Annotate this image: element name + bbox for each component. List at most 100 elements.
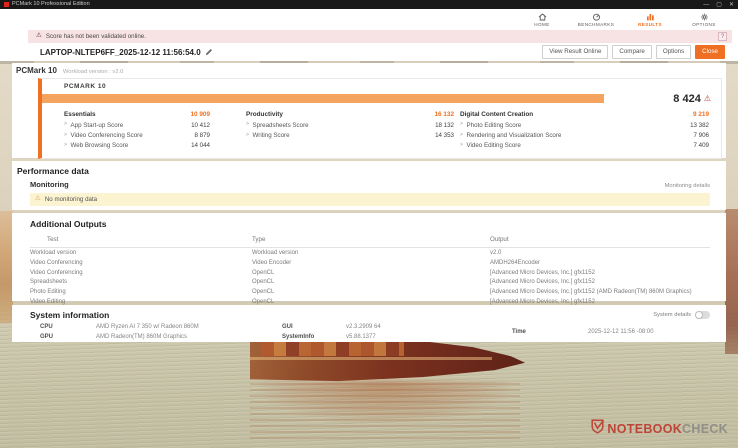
photo-right-detail [725, 209, 738, 354]
cell-output: [Advanced Micro Devices, Inc.] gfx1152 [490, 279, 595, 286]
toggle-knob [695, 310, 703, 319]
test-name: Rendering and Visualization Score [466, 131, 562, 139]
system-information-title: System information [30, 310, 110, 320]
result-actions: View Result Online Compare Options Close [542, 45, 725, 59]
no-monitoring-text: No monitoring data [44, 195, 98, 203]
edit-icon[interactable] [205, 48, 213, 56]
nav-options[interactable]: OPTIONS [683, 13, 725, 27]
compare-button[interactable]: Compare [612, 45, 652, 59]
nav-results[interactable]: RESULTS [629, 13, 671, 27]
options-button[interactable]: Options [655, 45, 692, 59]
ship-deckline [250, 357, 492, 361]
view-result-online-button[interactable]: View Result Online [542, 45, 609, 59]
benchmarks-icon [592, 13, 601, 21]
test-score: 10 412 [191, 121, 210, 129]
app-icon [4, 2, 9, 7]
chevron-right-icon[interactable]: > [64, 142, 67, 148]
performance-data-title: Performance data [17, 166, 89, 176]
table-header: Test Type Output [30, 233, 710, 248]
cpu-value: AMD Ryzen AI 7 350 w/ Radeon 860M [96, 324, 199, 330]
group-digital-content-creation: Digital Content Creation 9 219 > Photo E… [460, 111, 709, 152]
info-row-time: Time 2025-12-12 11:56 -08:00 [512, 329, 710, 336]
table-row: Video Conferencing OpenCL [Advanced Micr… [30, 268, 710, 278]
info-row-gpu: GPU AMD Radeon(TM) 860M Graphics [40, 334, 282, 341]
watermark-check: CHECK [682, 421, 728, 436]
gui-value: v2.3.2909 64 [346, 324, 381, 330]
benchmark-result-panel: PCMark 10 Workload version : v2.0 PCMARK… [12, 63, 726, 160]
options-icon [700, 13, 709, 21]
help-button[interactable]: ? [718, 32, 727, 41]
column-type: Type [252, 236, 266, 243]
cell-test: Workload version [30, 249, 77, 256]
cell-test: Photo Editing [30, 289, 66, 296]
group-productivity: Productivity 16 132 > Spreadsheets Score… [246, 111, 454, 152]
chevron-right-icon[interactable]: > [460, 142, 463, 148]
nav-home[interactable]: HOME [521, 12, 563, 27]
no-monitoring-alert: ⚠ No monitoring data [30, 192, 710, 206]
test-row: > Spreadsheets Score 18 132 [246, 122, 454, 129]
gui-label: GUI [282, 324, 293, 330]
minimize-button[interactable]: — [703, 2, 709, 8]
benchmark-title: PCMark 10 [16, 66, 57, 75]
group-score: 16 132 [434, 111, 454, 118]
test-name: Video Conferencing Score [70, 131, 143, 139]
score-warning-icon: ⚠ [703, 93, 711, 103]
watermark-notebook: NOTEBOOK [607, 421, 683, 436]
column-output: Output [490, 236, 509, 243]
test-name: Spreadsheets Score [252, 121, 309, 129]
warning-icon: ⚠ [35, 194, 41, 202]
column-test: Test [47, 236, 59, 243]
chevron-right-icon[interactable]: > [246, 132, 249, 138]
maximize-button[interactable]: ▢ [716, 2, 722, 8]
group-name: Productivity [246, 111, 283, 118]
monitoring-title: Monitoring [30, 180, 69, 189]
validation-alert-text: Score has not been validated online. [45, 33, 146, 40]
test-score: 13 382 [690, 121, 709, 129]
cell-type: OpenCL [252, 279, 275, 286]
chevron-right-icon[interactable]: > [460, 132, 463, 138]
test-name: App Start-up Score [70, 121, 124, 129]
chevron-right-icon[interactable]: > [246, 122, 249, 127]
chevron-right-icon[interactable]: > [460, 122, 463, 127]
table-row: Photo Editing OpenCL [Advanced Micro Dev… [30, 288, 710, 298]
score-groups: Essentials 10 909 > App Start-up Score 1… [42, 104, 721, 152]
results-icon [646, 13, 655, 21]
test-row: > Video Editing Score 7 409 [460, 142, 709, 149]
group-name: Essentials [64, 111, 96, 118]
test-row: > App Start-up Score 10 412 [64, 122, 210, 129]
nav-benchmarks[interactable]: BENCHMARKS [575, 13, 617, 27]
monitoring-details-link[interactable]: Monitoring details [665, 183, 710, 189]
chevron-right-icon[interactable]: > [64, 122, 67, 127]
system-info-grid: CPU AMD Ryzen AI 7 350 w/ Radeon 860M GP… [40, 324, 710, 345]
score-gauge-bar [42, 94, 604, 103]
water-streaks [250, 383, 520, 443]
close-button[interactable]: Close [695, 45, 725, 59]
time-label: Time [512, 329, 526, 336]
workload-version: Workload version : v2.0 [62, 69, 124, 75]
result-title: LAPTOP-NLTEP6FF_2025-12-12 11:56:54.0 [40, 47, 201, 57]
table-row: Spreadsheets OpenCL [Advanced Micro Devi… [30, 278, 710, 288]
test-name: Writing Score [252, 131, 290, 139]
test-row: > Rendering and Visualization Score 7 90… [460, 132, 709, 139]
additional-outputs-panel: Additional Outputs Test Type Output Work… [12, 213, 726, 325]
cell-test: Video Conferencing [30, 259, 83, 266]
system-details-toggle[interactable]: System details [653, 310, 710, 319]
pcmark-window: PCMark 10 Professional Edition — ▢ ✕ PCM… [0, 0, 738, 448]
close-window-button[interactable]: ✕ [729, 2, 734, 8]
home-icon [538, 12, 547, 21]
info-row-cpu: CPU AMD Ryzen AI 7 350 w/ Radeon 860M [40, 324, 282, 331]
shield-check-icon [591, 419, 605, 439]
test-row: > Video Conferencing Score 8 879 [64, 132, 210, 139]
nav-results-label: RESULTS [638, 21, 662, 27]
test-name: Photo Editing Score [466, 121, 522, 129]
overall-score-value: 8 424 [673, 92, 701, 105]
cell-output: [Advanced Micro Devices, Inc.] gfx1152 (… [490, 289, 692, 296]
group-header: Digital Content Creation 9 219 [460, 111, 709, 118]
chevron-right-icon[interactable]: > [64, 132, 67, 138]
benchmark-section-label: PCMark 10 Workload version : v2.0 [12, 63, 726, 77]
logo-text-10: 10 [103, 0, 119, 19]
system-info-col-3: Time 2025-12-12 11:56 -08:00 [512, 324, 710, 345]
toggle-switch[interactable] [695, 310, 710, 319]
main-nav: HOME BENCHMARKS RESULTS OPTIONS [521, 12, 725, 27]
warning-icon: ⚠ [36, 32, 42, 40]
